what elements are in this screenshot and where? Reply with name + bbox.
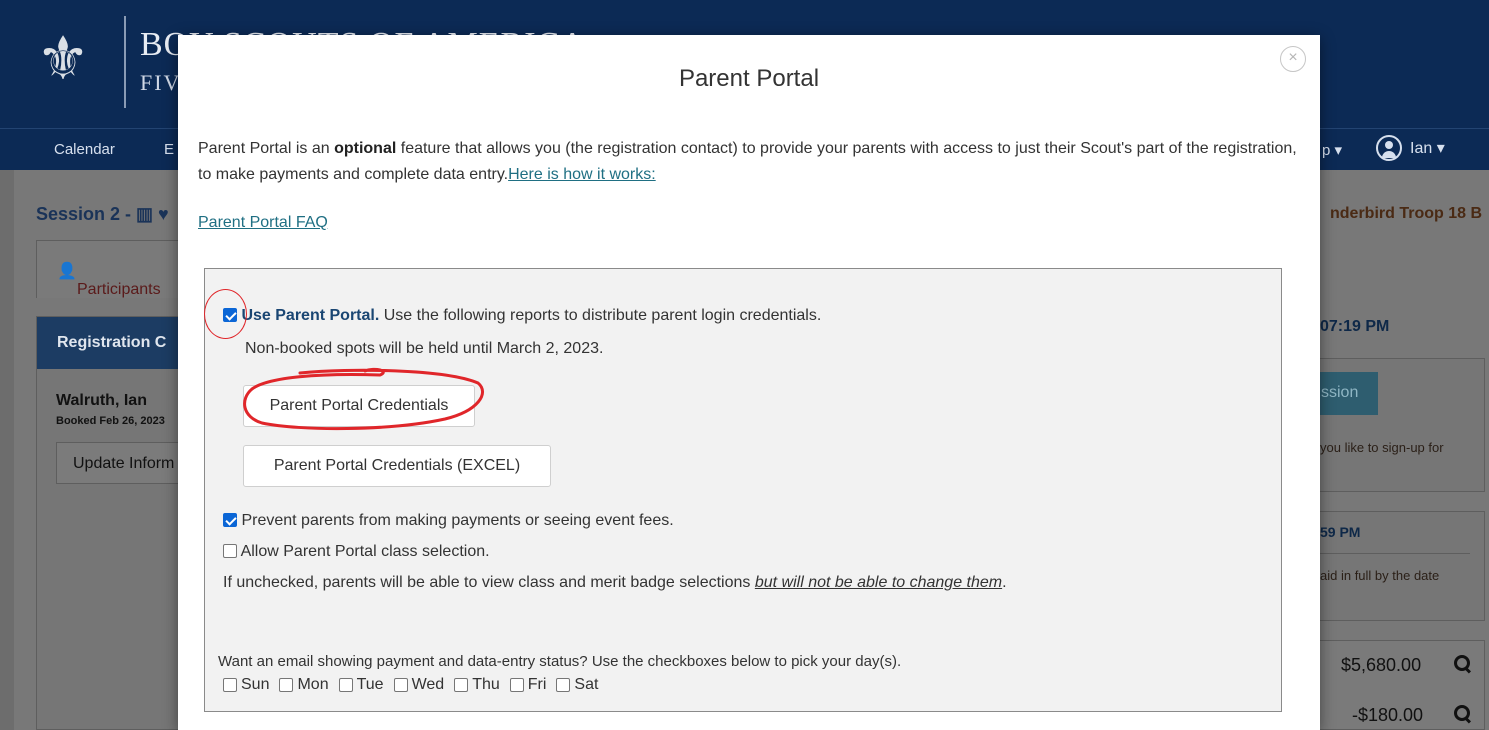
day-thu[interactable]: Thu (454, 676, 500, 694)
day-fri[interactable]: Fri (509, 676, 547, 694)
prevent-payments-label: Prevent parents from making payments or … (241, 512, 674, 529)
day-checkbox[interactable] (556, 678, 571, 692)
session-title: Session 2 - ▥ ♥ (36, 204, 169, 224)
zoom-magnifier-icon[interactable] (1454, 655, 1470, 671)
day-label: Fri (527, 676, 547, 693)
deadline-time-2: 59 PM (1320, 524, 1361, 540)
user-avatar-icon (1376, 135, 1402, 161)
day-checkbox[interactable] (338, 678, 353, 692)
red-circle-annotation (204, 289, 247, 339)
day-label: Thu (472, 676, 500, 693)
use-portal-label: Use Parent Portal. (241, 307, 380, 324)
modal-title: Parent Portal (678, 65, 820, 92)
registrant-name: Walruth, Ian (56, 392, 147, 409)
user-menu[interactable]: Ian ▾ (1376, 135, 1445, 161)
day-sun[interactable]: Sun (223, 676, 269, 694)
held-spots-note: Non-booked spots will be held until Marc… (245, 340, 604, 357)
allow-class-selection-label: Allow Parent Portal class selection. (240, 543, 490, 560)
registration-panel: Registration C (36, 316, 187, 730)
nav-events[interactable]: E (164, 141, 174, 158)
email-status-prompt: Want an email showing payment and data-e… (218, 653, 902, 670)
user-name: Ian ▾ (1410, 140, 1445, 157)
header-divider (124, 16, 126, 108)
red-oval-annotation (243, 367, 484, 431)
prevent-payments-row: Prevent parents from making payments or … (223, 512, 674, 530)
day-checkbox[interactable] (393, 678, 408, 692)
use-portal-description: Use the following reports to distribute … (379, 307, 822, 324)
parent-portal-credentials-excel-button[interactable]: Parent Portal Credentials (EXCEL) (243, 445, 551, 487)
email-day-picker: Sun Mon Tue Wed Thu Fri Sat (223, 676, 598, 694)
day-label: Sat (574, 676, 599, 693)
allow-class-selection-checkbox[interactable] (223, 544, 237, 558)
fleur-de-lis-logo-icon: ⚜ (36, 24, 90, 94)
update-information-button[interactable]: Update Inform (56, 442, 196, 484)
portal-settings-panel: Use Parent Portal. Use the following rep… (204, 268, 1282, 712)
modal-intro: Parent Portal is an optional feature tha… (198, 136, 1303, 188)
troop-name: nderbird Troop 18 B (1330, 205, 1483, 222)
day-mon[interactable]: Mon (279, 676, 329, 694)
day-checkbox[interactable] (223, 678, 237, 692)
tab-participants-label: 👤 Participants (57, 263, 161, 298)
day-label: Mon (297, 676, 329, 693)
day-label: Wed (411, 676, 445, 693)
amount-total: $5,680.00 (1341, 655, 1422, 675)
intro-optional: optional (334, 140, 397, 157)
registration-panel-header: Registration C (37, 317, 187, 369)
amount-discount: -$180.00 (1352, 705, 1424, 725)
day-sat[interactable]: Sat (556, 676, 598, 694)
allow-class-selection-row: Allow Parent Portal class selection. (223, 543, 490, 561)
prevent-payments-checkbox[interactable] (223, 513, 237, 527)
day-label: Sun (241, 676, 270, 693)
day-checkbox[interactable] (509, 678, 524, 692)
box-divider (1320, 553, 1470, 554)
day-wed[interactable]: Wed (393, 676, 445, 694)
deadline-time-1: 07:19 PM (1320, 318, 1390, 335)
parent-portal-faq-link[interactable]: Parent Portal FAQ (198, 214, 328, 232)
booked-date: Booked Feb 26, 2023 (56, 415, 165, 427)
how-it-works-link[interactable]: Here is how it works: (508, 166, 656, 183)
unchecked-text: If unchecked, parents will be able to vi… (223, 574, 755, 591)
signup-text: you like to sign-up for (1320, 440, 1444, 455)
unchecked-explanation: If unchecked, parents will be able to vi… (223, 574, 1007, 592)
registration-heading: Registration C (57, 334, 167, 351)
use-portal-row: Use Parent Portal. Use the following rep… (223, 307, 821, 325)
day-label: Tue (356, 676, 384, 693)
intro-text-start: Parent Portal is an (198, 140, 335, 157)
day-checkbox[interactable] (279, 678, 294, 692)
tab-participants[interactable]: 👤 Participants (36, 240, 186, 298)
nav-help-dropdown[interactable]: p ▾ (1322, 141, 1342, 159)
zoom-magnifier-icon[interactable] (1454, 705, 1470, 721)
paid-in-full-text: aid in full by the date (1320, 568, 1440, 583)
day-tue[interactable]: Tue (338, 676, 384, 694)
nav-calendar[interactable]: Calendar (54, 141, 115, 158)
unchecked-emphasis: but will not be able to change them (754, 574, 1003, 591)
unchecked-period: . (1002, 574, 1007, 591)
day-checkbox[interactable] (454, 678, 469, 692)
